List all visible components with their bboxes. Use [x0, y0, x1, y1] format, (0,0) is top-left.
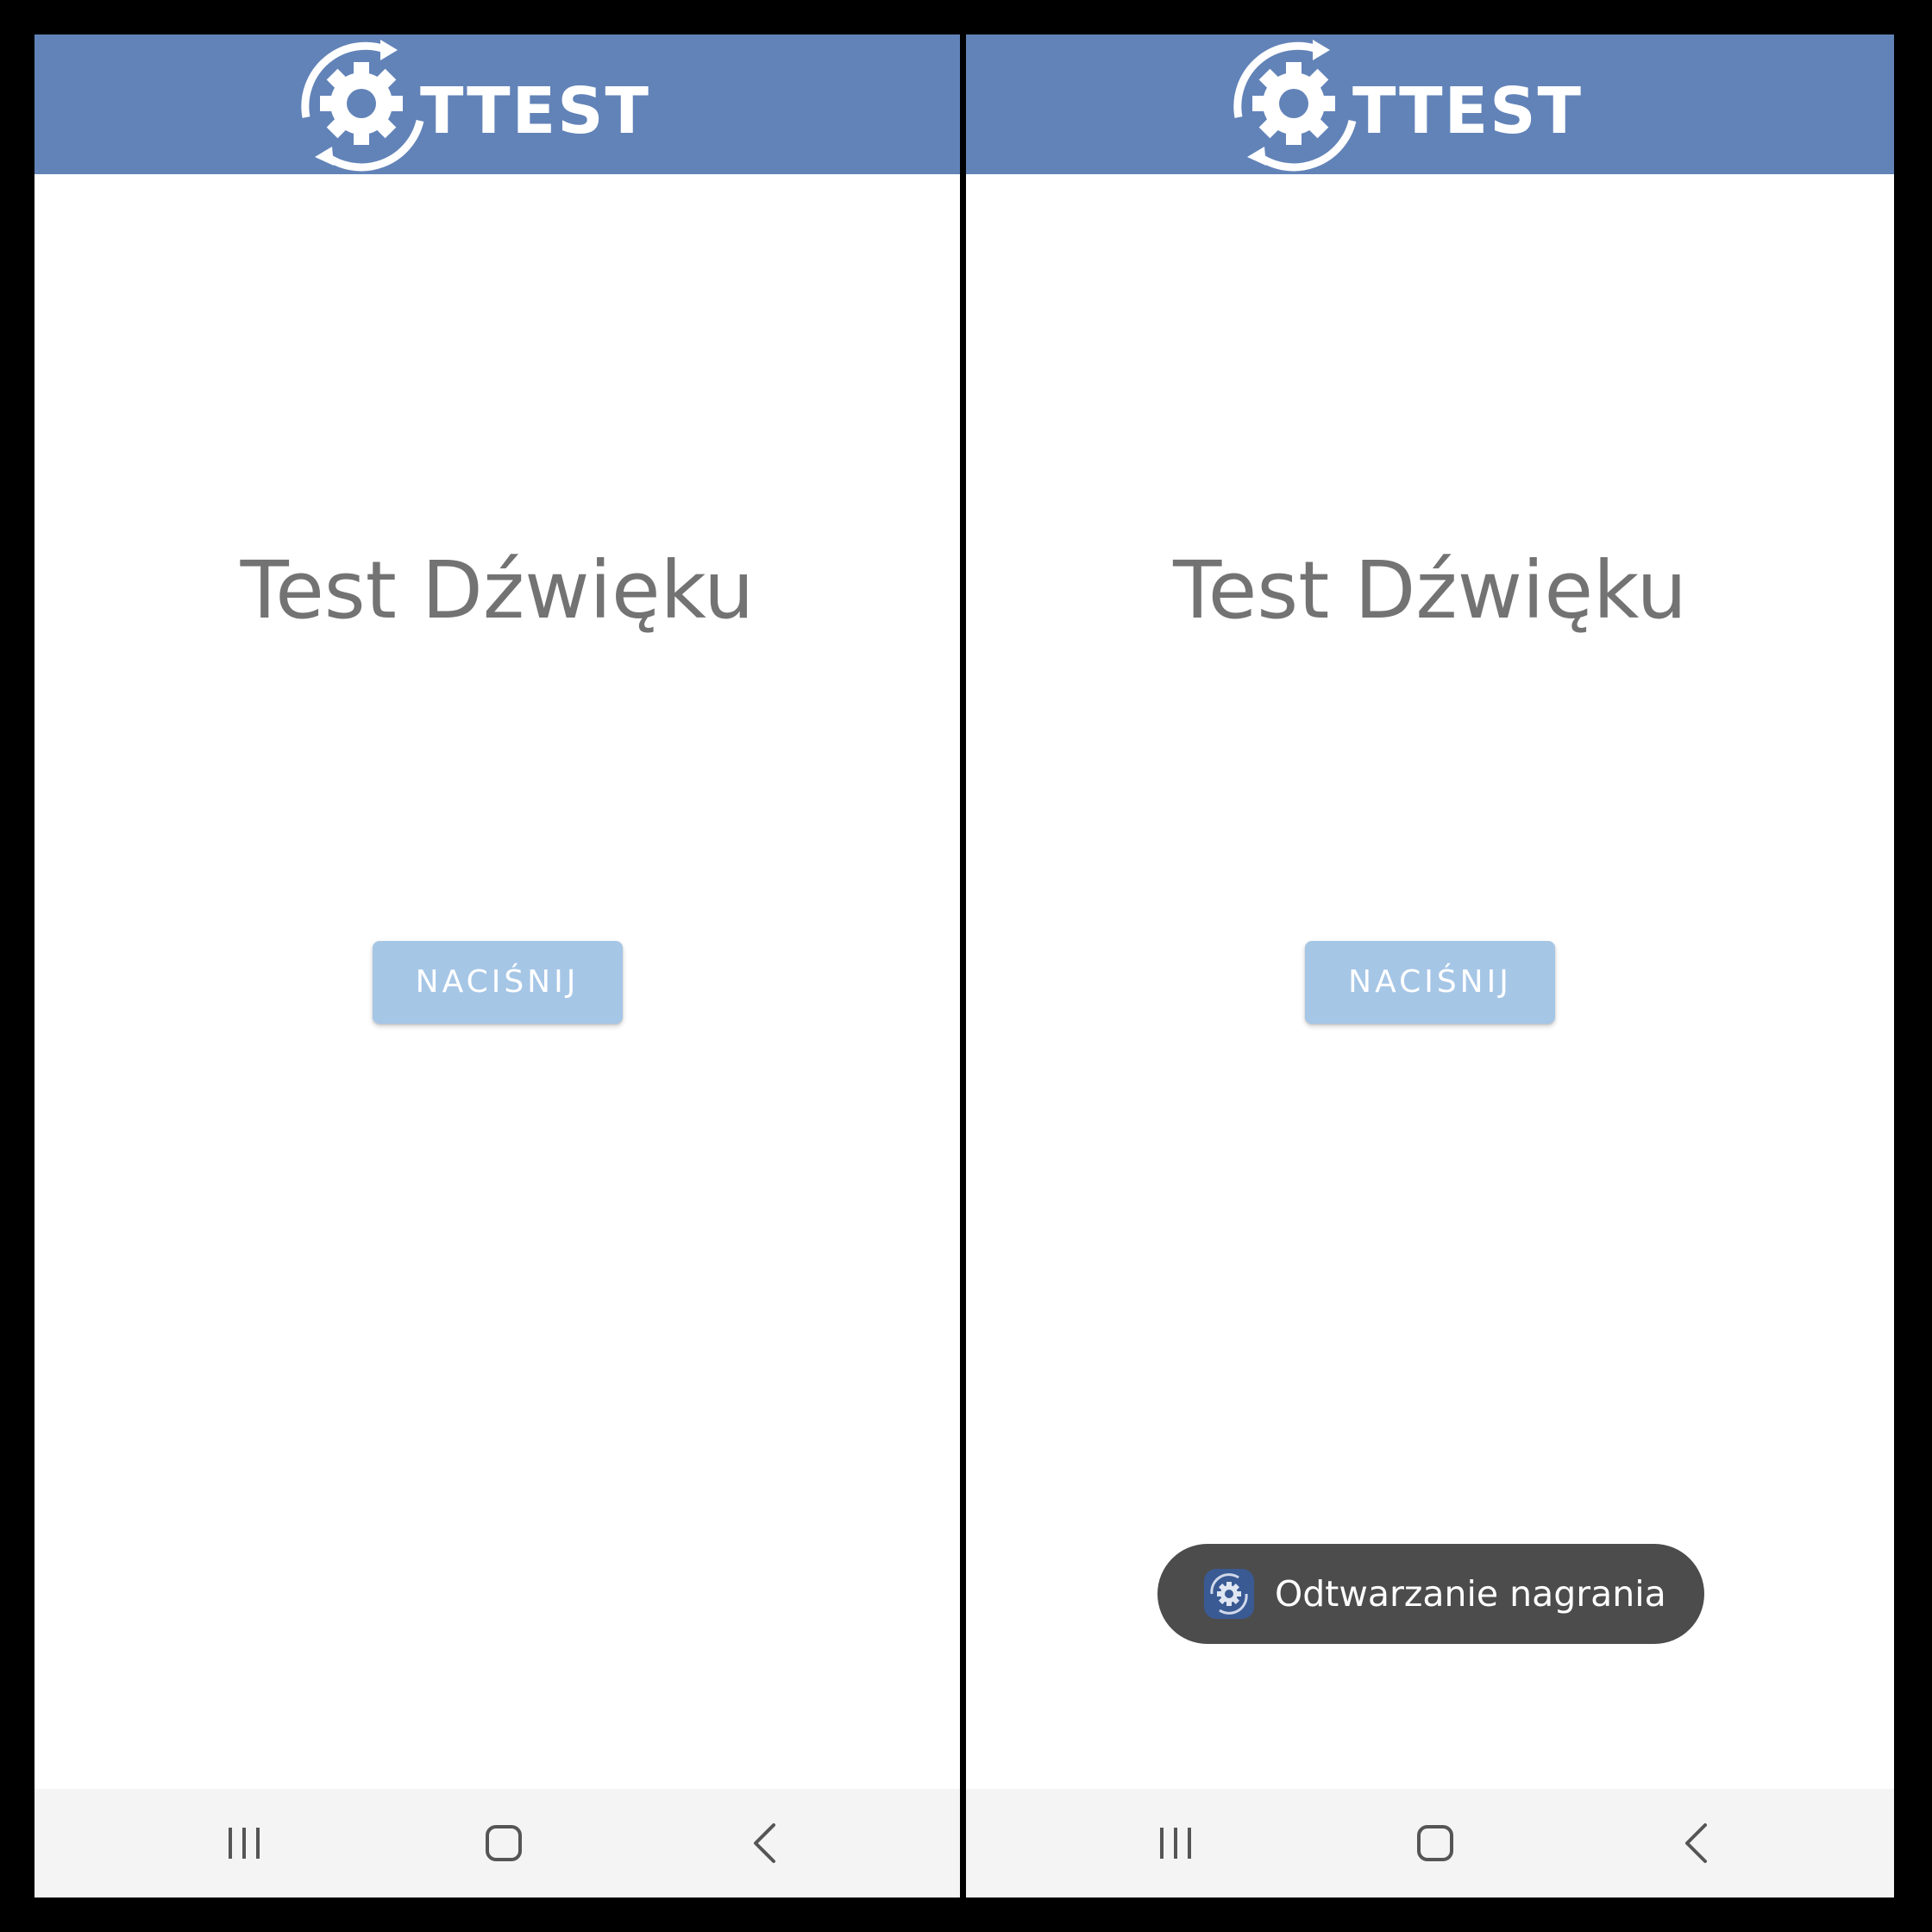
app-logo: TTEST: [1223, 34, 1637, 174]
back-icon: [1685, 1823, 1707, 1863]
back-button[interactable]: [1645, 1789, 1748, 1898]
phone-screen-before: TTEST Test Dźwięku NACIŚNIJ: [34, 34, 960, 1898]
toast-notification: Odtwarzanie nagrania: [1157, 1544, 1704, 1644]
recent-apps-button[interactable]: [192, 1789, 296, 1898]
press-button[interactable]: NACIŚNIJ: [1305, 941, 1555, 1024]
gear-refresh-icon: TTEST: [300, 40, 650, 172]
page-title: Test Dźwięku: [1173, 544, 1687, 637]
home-icon: [1417, 1825, 1453, 1861]
toast-message: Odtwarzanie nagrania: [1275, 1573, 1666, 1615]
recent-apps-icon: [1160, 1828, 1191, 1859]
logo-text: TTEST: [1352, 74, 1583, 148]
app-header: TTEST: [34, 34, 960, 174]
home-icon: [486, 1825, 522, 1861]
app-logo: TTEST: [291, 34, 705, 174]
app-icon: [1204, 1569, 1254, 1619]
system-nav-bar: [34, 1789, 960, 1898]
page-title: Test Dźwięku: [240, 544, 755, 637]
home-button[interactable]: [452, 1789, 555, 1898]
gear-refresh-icon: TTEST: [1233, 40, 1583, 172]
system-nav-bar: [966, 1789, 1894, 1898]
app-header: TTEST: [966, 34, 1894, 174]
recent-apps-icon: [229, 1828, 260, 1859]
back-button[interactable]: [713, 1789, 817, 1898]
phone-screen-after: TTEST Test Dźwięku NACIŚNIJ Odtwarzanie …: [966, 34, 1894, 1898]
logo-text: TTEST: [420, 74, 650, 148]
back-icon: [754, 1823, 775, 1863]
home-button[interactable]: [1383, 1789, 1487, 1898]
press-button[interactable]: NACIŚNIJ: [372, 941, 623, 1024]
recent-apps-button[interactable]: [1124, 1789, 1227, 1898]
